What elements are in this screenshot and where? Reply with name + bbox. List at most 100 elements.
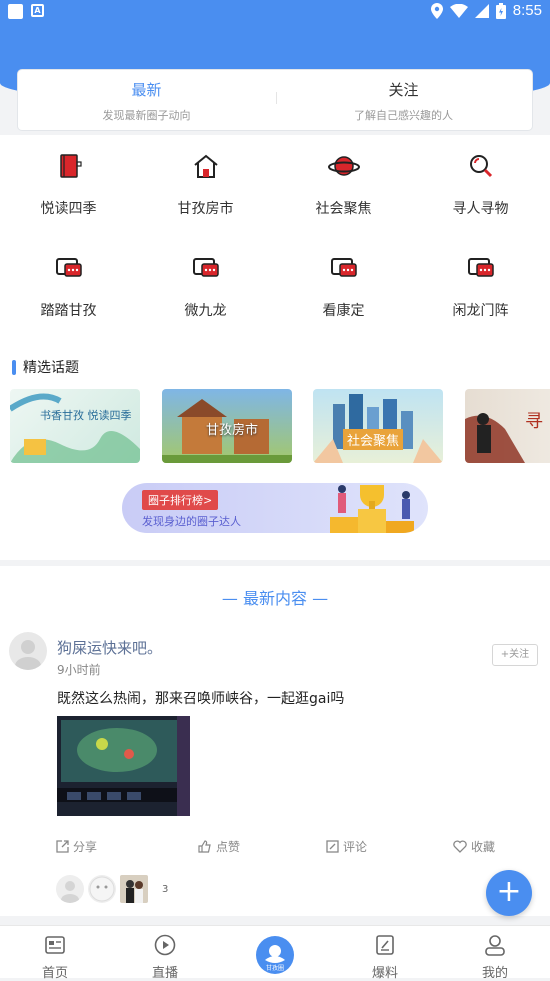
status-bar: A 8:55 [0, 0, 550, 24]
report-icon [376, 935, 394, 955]
topic-card-art [313, 394, 443, 463]
tab-following[interactable]: 关注 了解自己感兴趣的人 [275, 70, 532, 130]
topic-card-caption: 社会聚焦 [343, 429, 404, 450]
category-label: 看康定 [322, 303, 365, 319]
latest-content-section: — 最新内容 — 狗屎运快来吧。 9小时前 +关注 既然这么热闹，那来召唤师峡谷… [0, 566, 550, 916]
clock: 8:55 [512, 2, 542, 19]
post-timestamp: 9小时前 [57, 663, 101, 677]
category-label: 微九龙 [184, 303, 227, 319]
favorite-button[interactable]: 收藏 [453, 838, 495, 855]
plus-icon: + [496, 874, 522, 909]
topic-card-housing[interactable]: 甘孜房市 [162, 389, 292, 463]
chat-icon [192, 258, 219, 277]
signal-icon [474, 3, 489, 18]
like-button[interactable]: 点赞 [198, 838, 240, 855]
topic-card-society[interactable]: 社会聚焦 [313, 389, 443, 463]
like-label: 点赞 [216, 840, 241, 854]
thumbs-up-icon [198, 840, 211, 853]
topic-card-search[interactable]: 寻 [465, 389, 550, 463]
topic-card-art [10, 393, 140, 463]
comment-label: 评论 [343, 840, 368, 854]
trophy-podium-icon [330, 485, 414, 533]
category-label: 寻人寻物 [452, 201, 509, 217]
nav-report[interactable]: 爆料 [330, 926, 440, 981]
location-icon [430, 2, 443, 19]
user-icon [485, 935, 505, 956]
category-label: 闲龙门阵 [452, 303, 509, 319]
nav-label: 直播 [151, 966, 178, 981]
liker-avatar[interactable] [120, 875, 148, 903]
heart-icon [453, 840, 467, 853]
nav-circle[interactable]: 甘孜圈 [256, 936, 294, 974]
tab-latest-subtitle: 发现最新圈子动向 [102, 109, 191, 122]
category-item-jiulong[interactable]: 微九龙 [137, 252, 274, 320]
category-label: 甘孜房市 [177, 201, 234, 217]
nav-label: 我的 [481, 966, 508, 981]
create-post-button[interactable]: + [486, 870, 532, 916]
nav-label: 首页 [41, 966, 68, 981]
bottom-navigation: 首页 直播 甘孜圈 爆料 我的 [0, 925, 550, 981]
featured-topics-heading: 精选话题 [12, 357, 79, 377]
nav-live[interactable]: 直播 [110, 926, 220, 981]
photo-avatar-icon [120, 875, 148, 903]
author-avatar[interactable] [9, 632, 47, 670]
follow-button[interactable]: +关注 [492, 644, 538, 666]
magnifier-icon [469, 155, 492, 178]
favorite-label: 收藏 [471, 840, 496, 854]
book-icon [59, 154, 82, 178]
category-label: 悦读四季 [40, 201, 97, 217]
liker-avatar[interactable] [88, 875, 116, 903]
notification-icon [8, 4, 23, 19]
category-item-xunren[interactable]: 寻人寻物 [412, 150, 549, 218]
tab-latest-label: 最新 [131, 81, 162, 99]
category-item-tata[interactable]: 踏踏甘孜 [0, 252, 137, 320]
nav-mine[interactable]: 我的 [440, 926, 550, 981]
section-marker [12, 359, 16, 375]
latest-content-title: — 最新内容 — [221, 589, 329, 608]
post-image-art [57, 716, 190, 816]
category-item-fangshi[interactable]: 甘孜房市 [137, 150, 274, 218]
category-item-shehui[interactable]: 社会聚焦 [275, 150, 412, 218]
featured-topics-carousel: 书香甘孜 悦读四季 甘孜房市 社会聚焦 寻 [0, 389, 550, 464]
category-item-kangding[interactable]: 看康定 [275, 252, 412, 320]
feed-tabs: 最新 发现最新圈子动向 关注 了解自己感兴趣的人 [17, 69, 533, 131]
edit-icon [326, 840, 339, 853]
category-label: 社会聚焦 [315, 201, 372, 217]
ranking-subtitle: 发现身边的圈子达人 [142, 515, 241, 528]
home-news-icon [45, 936, 65, 954]
play-icon [154, 934, 176, 956]
share-icon [56, 840, 69, 853]
tab-following-subtitle: 了解自己感兴趣的人 [354, 109, 453, 122]
comment-button[interactable]: 评论 [326, 838, 367, 855]
battery-icon [495, 2, 506, 19]
featured-topics-title: 精选话题 [23, 360, 79, 376]
cartoon-avatar-icon [89, 876, 115, 902]
app-notification-icon: A [31, 4, 44, 17]
category-item-yuedu[interactable]: 悦读四季 [0, 150, 137, 218]
tab-following-label: 关注 [388, 81, 419, 99]
topic-card-caption: 甘孜房市 [206, 423, 259, 438]
default-avatar-icon [15, 640, 41, 670]
planet-icon [327, 156, 360, 176]
liker-avatar[interactable] [56, 875, 84, 903]
post-image[interactable] [57, 716, 190, 816]
chat-icon [55, 258, 82, 277]
post-author-name[interactable]: 狗屎运快来吧。 [57, 637, 162, 658]
nav-home[interactable]: 首页 [0, 926, 110, 981]
category-label: 踏踏甘孜 [40, 303, 97, 319]
share-label: 分享 [73, 840, 98, 854]
like-count: 3 [162, 883, 169, 895]
tab-latest[interactable]: 最新 发现最新圈子动向 [18, 70, 275, 130]
circle-ranking-banner[interactable]: 圈子排行榜> 发现身边的圈子达人 [122, 483, 428, 533]
chat-icon [330, 258, 357, 277]
chat-icon [467, 258, 494, 277]
topic-card-reading[interactable]: 书香甘孜 悦读四季 [10, 389, 140, 463]
default-avatar-icon [61, 881, 79, 903]
share-button[interactable]: 分享 [56, 838, 97, 855]
category-item-xianlong[interactable]: 闲龙门阵 [412, 252, 549, 320]
nav-label: 爆料 [371, 966, 398, 981]
nav-circle-label: 甘孜圈 [265, 965, 284, 972]
wifi-icon [449, 3, 468, 18]
post-body-text: 既然这么热闹，那来召唤师峡谷，一起逛gai吗 [57, 691, 345, 707]
topic-card-caption: 书香甘孜 悦读四季 [40, 409, 132, 422]
